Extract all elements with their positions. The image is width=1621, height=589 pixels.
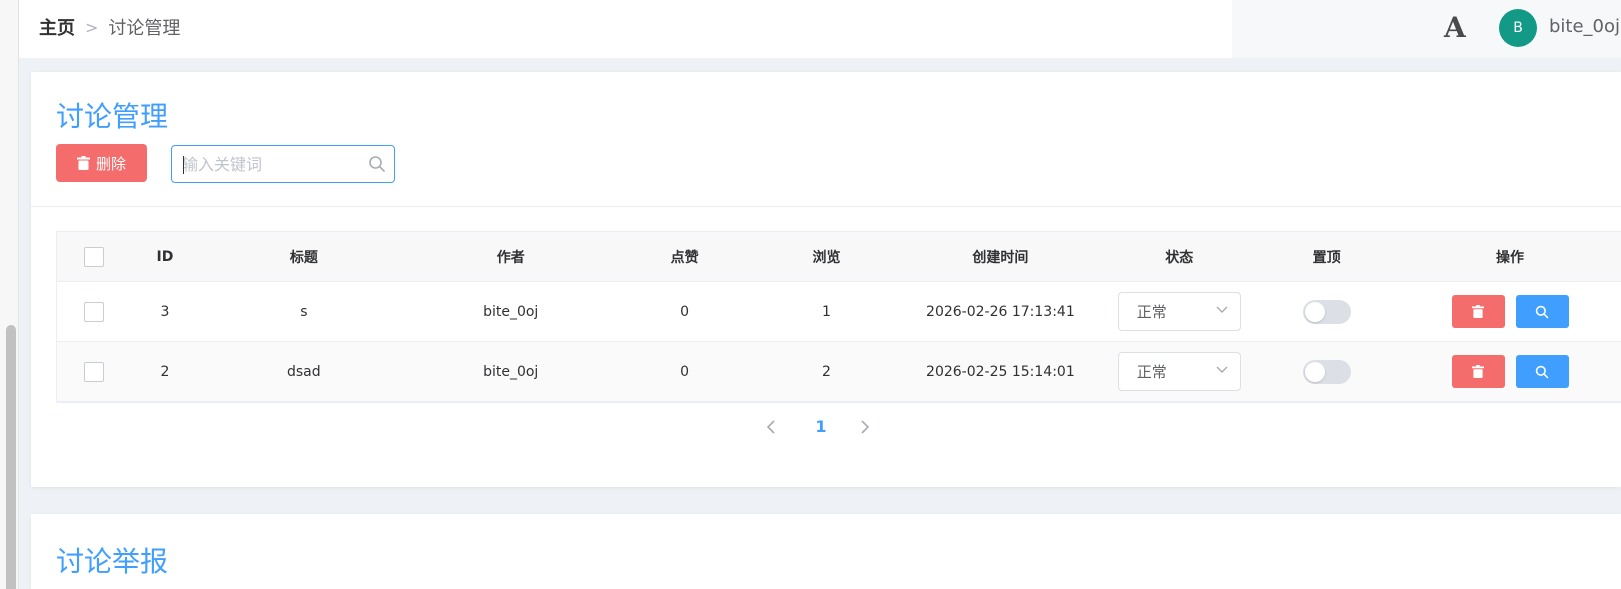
cell-author: bite_0oj <box>483 303 539 320</box>
row-checkbox-cell <box>57 342 131 401</box>
search-field[interactable] <box>171 145 395 183</box>
chevron-left-icon[interactable] <box>766 420 776 434</box>
cell-pinned <box>1254 282 1399 341</box>
cell-title: s <box>300 303 308 320</box>
page-title: 讨论管理 <box>56 100 169 133</box>
cell-pinned <box>1254 342 1399 401</box>
column-header-author: 作者 <box>496 249 525 266</box>
column-header-likes: 点赞 <box>670 249 699 266</box>
pin-toggle[interactable] <box>1302 299 1351 324</box>
cell-author: bite_0oj <box>483 363 539 380</box>
trash-icon <box>1472 365 1485 378</box>
pin-toggle-knob <box>1304 301 1325 322</box>
column-header-id: ID <box>156 248 174 265</box>
chevron-down-icon <box>1216 306 1228 313</box>
cell-created: 2026-02-25 15:14:01 <box>926 363 1075 380</box>
breadcrumb-separator: > <box>85 17 99 37</box>
cell-id: 3 <box>160 303 170 320</box>
search-icon <box>1535 365 1549 378</box>
cell-views: 2 <box>822 363 831 380</box>
status-select[interactable]: 正常 <box>1117 292 1241 331</box>
username[interactable]: bite_0oj <box>1549 16 1620 37</box>
breadcrumb: 主页 > 讨论管理 <box>39 14 180 40</box>
cell-status: 正常 <box>1104 342 1254 401</box>
search-icon <box>1535 305 1549 318</box>
cell-actions <box>1399 342 1621 401</box>
pin-toggle[interactable] <box>1302 359 1351 384</box>
chevron-down-icon <box>1216 366 1228 373</box>
divider <box>31 206 1621 207</box>
table-row: 2 dsad bite_0oj 0 2 2026-02-25 15:14:01 … <box>57 342 1621 402</box>
select-all-checkbox[interactable] <box>83 246 104 267</box>
page-scrollbar[interactable] <box>0 0 19 589</box>
discussion-management-card: 讨论管理 删除 ID 标题 作者 点赞 浏览 创建时间 状态 置顶 操作 <box>31 72 1621 487</box>
trash-icon <box>1472 305 1485 318</box>
column-header-views: 浏览 <box>812 249 841 266</box>
cell-id: 2 <box>160 363 170 380</box>
discussion-table: ID 标题 作者 点赞 浏览 创建时间 状态 置顶 操作 3 s bite_0o… <box>56 231 1621 403</box>
search-input[interactable] <box>182 146 362 182</box>
column-header-title: 标题 <box>289 249 318 266</box>
row-view-button[interactable] <box>1515 355 1569 388</box>
header-select-all[interactable] <box>57 232 131 281</box>
bulk-delete-label: 删除 <box>95 154 126 173</box>
text-cursor <box>183 156 184 174</box>
font-size-icon[interactable]: A <box>1444 11 1466 44</box>
column-header-actions: 操作 <box>1496 249 1525 266</box>
top-header: 主页 > 讨论管理 <box>19 0 1621 58</box>
pagination: 1 <box>31 413 1621 443</box>
breadcrumb-current: 讨论管理 <box>108 18 181 39</box>
pin-toggle-knob <box>1304 361 1325 382</box>
row-view-button[interactable] <box>1515 295 1569 328</box>
breadcrumb-home[interactable]: 主页 <box>39 14 75 40</box>
cell-likes: 0 <box>680 363 690 380</box>
status-select[interactable]: 正常 <box>1117 352 1241 391</box>
section-title: 讨论举报 <box>56 545 169 578</box>
status-select-value: 正常 <box>1136 363 1167 381</box>
cell-title: dsad <box>287 363 321 380</box>
table-row: 3 s bite_0oj 0 1 2026-02-26 17:13:41 正常 <box>57 282 1621 342</box>
row-checkbox[interactable] <box>83 301 104 322</box>
chevron-right-icon[interactable] <box>860 420 870 434</box>
avatar[interactable]: B <box>1499 9 1537 47</box>
scrollbar-thumb[interactable] <box>6 325 16 589</box>
column-header-created: 创建时间 <box>972 249 1029 266</box>
table-header-row: ID 标题 作者 点赞 浏览 创建时间 状态 置顶 操作 <box>57 232 1621 282</box>
row-delete-button[interactable] <box>1451 295 1505 328</box>
cell-status: 正常 <box>1104 282 1254 341</box>
discussion-report-card: 讨论举报 <box>31 514 1621 589</box>
column-header-pinned: 置顶 <box>1312 249 1341 266</box>
column-header-status: 状态 <box>1165 249 1194 266</box>
row-checkbox-cell <box>57 282 131 341</box>
page-number-current[interactable]: 1 <box>806 417 836 436</box>
trash-icon <box>76 156 90 170</box>
status-select-value: 正常 <box>1136 303 1167 321</box>
row-checkbox[interactable] <box>83 361 104 382</box>
cell-actions <box>1399 282 1621 341</box>
row-delete-button[interactable] <box>1451 355 1505 388</box>
cell-likes: 0 <box>680 303 690 320</box>
bulk-delete-button[interactable]: 删除 <box>56 144 147 182</box>
cell-views: 1 <box>822 303 831 320</box>
cell-created: 2026-02-26 17:13:41 <box>926 303 1075 320</box>
search-icon[interactable] <box>368 155 386 173</box>
